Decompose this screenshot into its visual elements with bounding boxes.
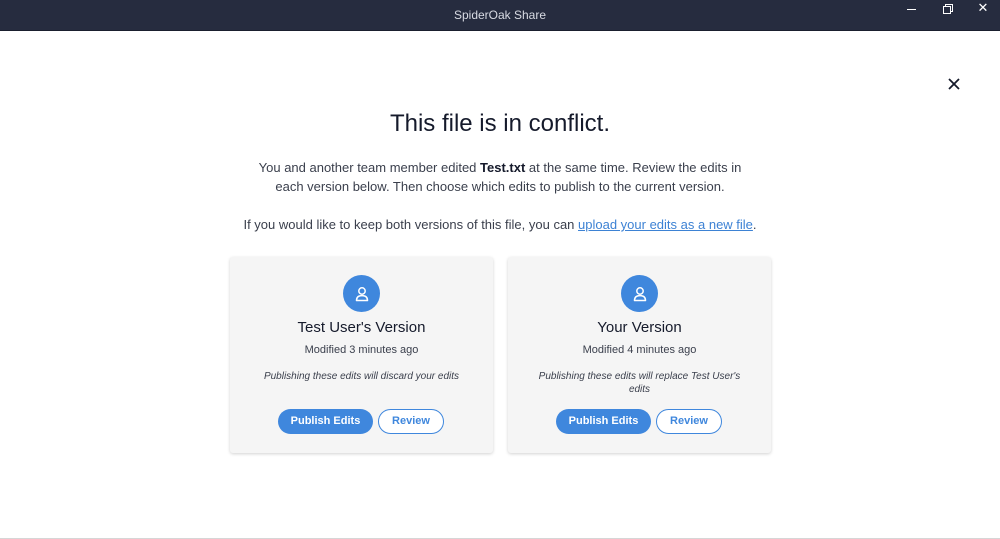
dialog-heading: This file is in conflict.	[389, 110, 611, 137]
conflict-description: You and another team member edited Test.…	[250, 158, 750, 196]
minimize-button[interactable]	[896, 0, 926, 16]
version-card-yours: Your Version Modified 4 minutes ago Publ…	[508, 257, 771, 453]
publish-warning: Publishing these edits will discard your…	[263, 371, 460, 382]
description-text-start: You and another team member edited	[258, 160, 481, 175]
review-button[interactable]: Review	[656, 409, 722, 434]
modified-time: Modified 3 minutes ago	[304, 344, 419, 356]
upload-as-new-file-link[interactable]: upload your edits as a new file	[578, 217, 753, 232]
avatar	[621, 275, 658, 312]
close-dialog-button[interactable]	[943, 73, 965, 95]
window-close-button[interactable]: ✕	[968, 0, 998, 16]
user-icon	[633, 286, 646, 301]
file-name: Test.txt	[480, 160, 526, 175]
user-icon	[355, 286, 368, 301]
keep-both-note: If you would like to keep both versions …	[200, 215, 800, 234]
version-card-test-user: Test User's Version Modified 3 minutes a…	[230, 257, 493, 453]
minimize-icon	[906, 8, 916, 10]
card-title: Your Version	[597, 319, 682, 336]
restore-icon	[942, 3, 953, 14]
publish-edits-button[interactable]: Publish Edits	[556, 409, 651, 434]
publish-edits-button[interactable]: Publish Edits	[278, 409, 373, 434]
restore-button[interactable]	[932, 0, 962, 16]
modified-time: Modified 4 minutes ago	[582, 344, 697, 356]
note-text-end: .	[752, 217, 757, 232]
close-icon	[948, 78, 960, 90]
avatar	[343, 275, 380, 312]
publish-warning: Publishing these edits will replace Test…	[538, 371, 741, 395]
review-button[interactable]: Review	[378, 409, 444, 434]
window-titlebar: SpiderOak Share ✕	[0, 0, 1000, 31]
note-text-start: If you would like to keep both versions …	[243, 217, 579, 232]
card-title: Test User's Version	[297, 319, 426, 336]
window-title: SpiderOak Share	[453, 8, 547, 22]
